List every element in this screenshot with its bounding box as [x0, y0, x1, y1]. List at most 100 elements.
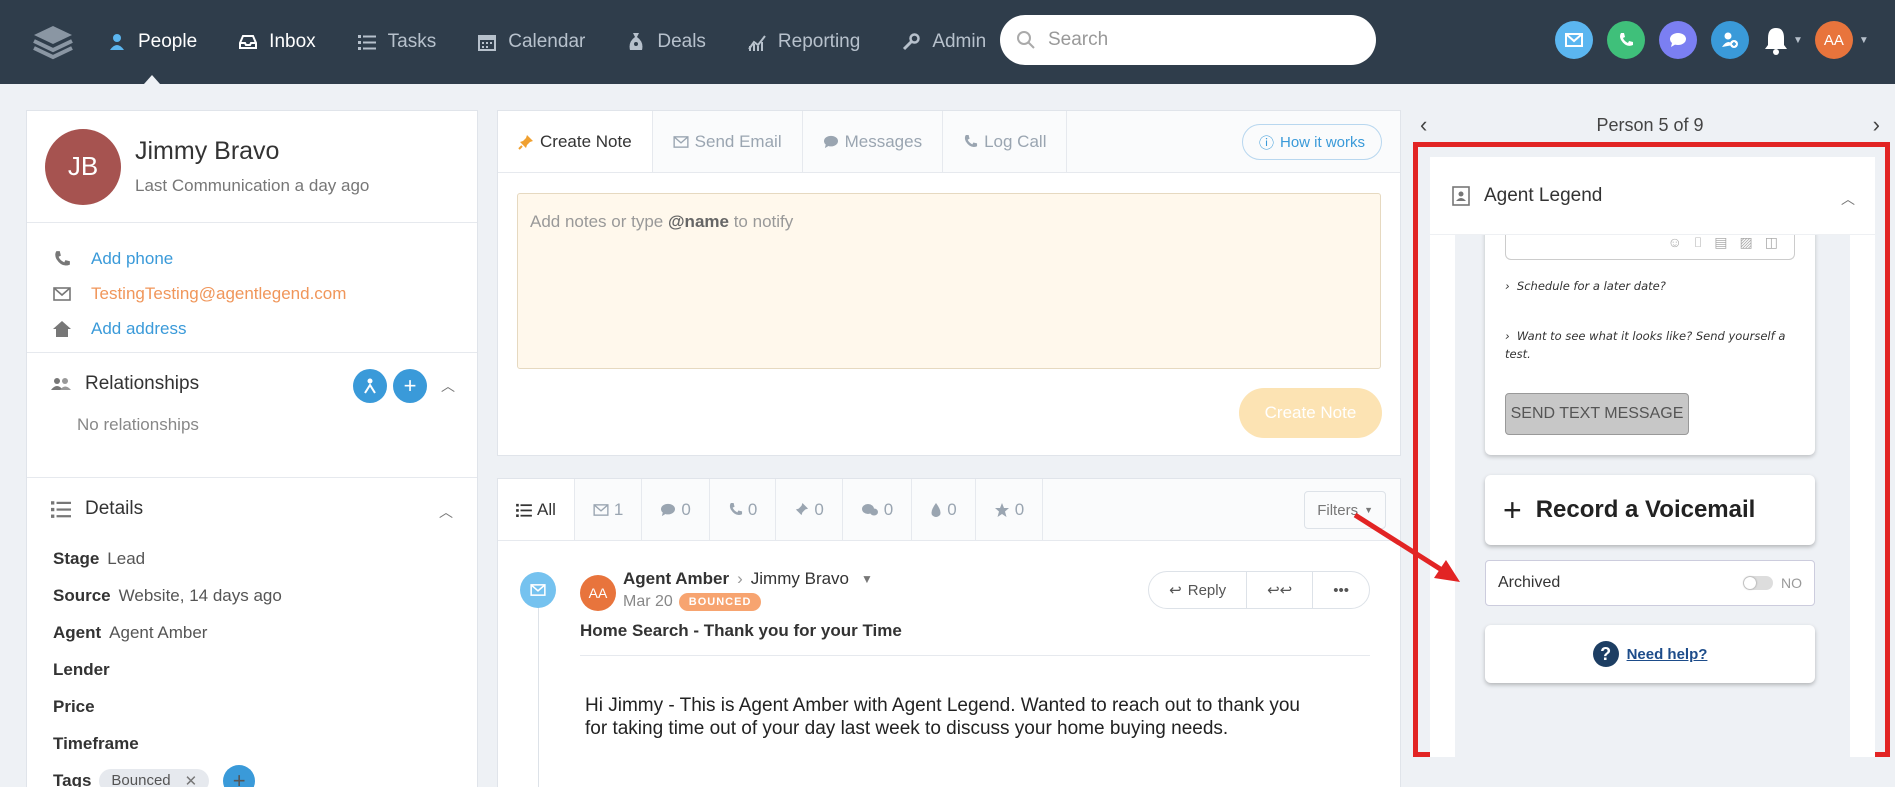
agent-legend-widget: Agent Legend ︿ ☺ ⌷ ▤ ▨ ◫ › Schedule for …	[1430, 157, 1875, 757]
pin-icon	[794, 502, 809, 517]
search-input[interactable]	[1048, 29, 1348, 51]
text-message-card: ☺ ⌷ ▤ ▨ ◫ › Schedule for a later date? ›…	[1485, 235, 1815, 455]
tab-create-note[interactable]: Create Note	[498, 111, 653, 172]
filter-drips[interactable]: 0	[912, 479, 976, 540]
email-subject[interactable]: Home Search - Thank you for your Time	[580, 621, 902, 641]
reply-button[interactable]: ↩ Reply	[1149, 572, 1248, 608]
divider	[580, 655, 1370, 656]
toggle-switch[interactable]	[1743, 576, 1773, 590]
chevron-up-icon[interactable]: ︿	[439, 502, 453, 522]
chat-icon	[823, 135, 839, 149]
create-note-button[interactable]: Create Note	[1239, 388, 1382, 438]
nav-tasks[interactable]: Tasks	[356, 0, 437, 84]
detail-price[interactable]: Price	[27, 688, 477, 725]
chevron-up-icon[interactable]: ︿	[1841, 189, 1855, 209]
tab-log-call[interactable]: Log Call	[943, 111, 1068, 172]
detail-lender[interactable]: Lender	[27, 651, 477, 688]
nav-deals[interactable]: Deals	[625, 0, 706, 84]
chevron-down-icon[interactable]: ▼	[1859, 35, 1869, 46]
record-voicemail-button[interactable]: + Record a Voicemail	[1485, 475, 1815, 545]
nav-tasks-label: Tasks	[387, 31, 437, 52]
recipient-name[interactable]: Jimmy Bravo	[751, 569, 849, 589]
caret-down-icon[interactable]: ▼	[861, 572, 873, 586]
chevron-up-icon[interactable]: ︿	[441, 376, 455, 396]
filter-all[interactable]: All	[498, 479, 575, 540]
people-icon	[49, 376, 73, 392]
filter-starred[interactable]: 0	[976, 479, 1044, 540]
ellipsis-icon: •••	[1333, 581, 1349, 599]
bracket-icon[interactable]: ⌷	[1694, 235, 1702, 251]
sender-name[interactable]: Agent Amber	[623, 569, 729, 589]
schedule-toggle[interactable]: › Schedule for a later date?	[1505, 277, 1805, 295]
envelope-icon	[673, 135, 689, 148]
widget-scroll-area[interactable]: ☺ ⌷ ▤ ▨ ◫ › Schedule for a later date? ›…	[1455, 235, 1850, 757]
chevron-right-icon[interactable]: ›	[1873, 112, 1880, 138]
need-help-link[interactable]: ? Need help?	[1485, 625, 1815, 683]
close-icon[interactable]: ✕	[185, 772, 198, 787]
logo-icon[interactable]	[32, 24, 74, 60]
add-person-icon[interactable]	[1711, 21, 1749, 59]
inbox-icon	[237, 31, 259, 53]
nav-inbox[interactable]: Inbox	[237, 0, 316, 84]
emoji-icon[interactable]: ☺	[1668, 235, 1682, 250]
pin-icon	[518, 134, 534, 150]
tab-send-email[interactable]: Send Email	[653, 111, 803, 172]
annotation-arrow	[1353, 512, 1460, 582]
test-toggle[interactable]: › Want to see what it looks like? Send y…	[1505, 327, 1805, 363]
filter-messages[interactable]: 0	[642, 479, 710, 540]
detail-stage[interactable]: Stage Lead	[27, 540, 477, 577]
person-sidebar: JB Jimmy Bravo Last Communication a day …	[26, 110, 478, 787]
note-textarea[interactable]: Add notes or type @name to notify	[517, 193, 1381, 369]
detail-source[interactable]: Source Website, 14 days ago	[27, 577, 477, 614]
how-it-works-button[interactable]: ⓘ How it works	[1241, 124, 1382, 160]
nav-calendar-label: Calendar	[508, 31, 586, 52]
tag-bounced[interactable]: Bounced ✕	[99, 768, 210, 787]
tab-messages[interactable]: Messages	[803, 111, 944, 172]
email-compose-icon[interactable]	[1555, 21, 1593, 59]
email-link[interactable]: TestingTesting@agentlegend.com	[91, 284, 346, 304]
add-tag-button[interactable]: +	[223, 764, 256, 787]
add-phone-link[interactable]: Add phone	[91, 249, 173, 269]
archived-toggle[interactable]: NO	[1743, 575, 1802, 591]
plus-icon: +	[1503, 491, 1522, 528]
chevron-right-icon: ›	[737, 569, 743, 588]
person-name[interactable]: Jimmy Bravo	[135, 137, 369, 166]
calendar-icon	[476, 31, 498, 53]
chevron-right-icon: ›	[1505, 329, 1510, 343]
message-input[interactable]: ☺ ⌷ ▤ ▨ ◫	[1505, 235, 1795, 260]
chart-icon	[746, 31, 768, 53]
bell-icon[interactable]	[1763, 25, 1789, 55]
filter-emails[interactable]: 1	[575, 479, 643, 540]
contact-card-icon	[1452, 185, 1470, 206]
filter-calls[interactable]: 0	[710, 479, 777, 540]
nav-reporting[interactable]: Reporting	[746, 0, 860, 84]
user-avatar[interactable]: AA	[1814, 21, 1853, 59]
reply-all-button[interactable]: ↩↩	[1247, 572, 1314, 608]
link-relationship-button[interactable]	[353, 369, 387, 403]
phone-icon[interactable]	[1607, 21, 1645, 59]
send-text-message-button[interactable]: SEND TEXT MESSAGE	[1505, 393, 1689, 435]
nav-admin[interactable]: Admin	[900, 0, 986, 84]
add-relationship-button[interactable]: +	[393, 369, 427, 403]
person-icon	[106, 31, 128, 53]
avatar[interactable]: JB	[45, 128, 121, 205]
person-link-icon	[364, 378, 376, 394]
image-icon[interactable]: ▨	[1740, 235, 1753, 251]
contact-icon[interactable]: ▤	[1714, 235, 1727, 251]
filter-notes[interactable]: 0	[776, 479, 843, 540]
add-address-link[interactable]: Add address	[91, 319, 186, 339]
detail-timeframe[interactable]: Timeframe	[27, 725, 477, 762]
sender-avatar: AA	[580, 575, 616, 611]
video-icon[interactable]: ◫	[1765, 235, 1778, 251]
chevron-down-icon[interactable]: ▼	[1793, 35, 1803, 46]
chat-icon[interactable]	[1659, 21, 1697, 59]
search-bar[interactable]	[1000, 15, 1376, 65]
nav-people-label: People	[138, 31, 198, 52]
email-date: Mar 20 BOUNCED	[623, 593, 762, 611]
chevron-left-icon[interactable]: ‹	[1420, 112, 1427, 138]
nav-calendar[interactable]: Calendar	[476, 0, 585, 84]
detail-agent[interactable]: Agent Agent Amber	[27, 614, 477, 651]
profile-header: JB Jimmy Bravo Last Communication a day …	[27, 111, 477, 223]
filter-texts[interactable]: 0	[843, 479, 913, 540]
nav-people[interactable]: People	[106, 0, 197, 84]
